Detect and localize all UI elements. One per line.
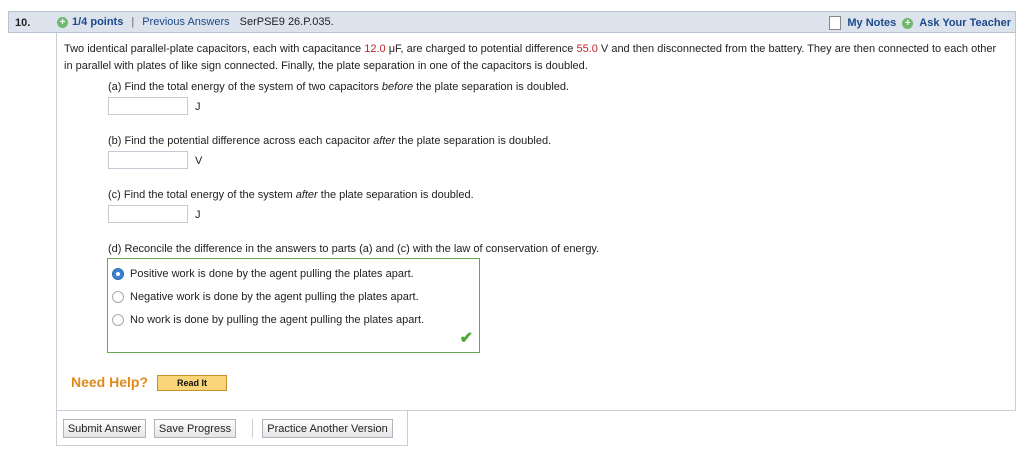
voltage-value: 55.0 <box>576 43 598 55</box>
part-c-unit: J <box>195 209 201 221</box>
part-text: the plate separation is doubled. <box>413 81 570 93</box>
submit-answer-button[interactable]: Submit Answer <box>63 419 146 438</box>
choice-option-3[interactable]: No work is done by pulling the agent pul… <box>112 314 424 326</box>
ask-teacher-link[interactable]: Ask Your Teacher <box>919 17 1011 29</box>
radio-unselected[interactable] <box>112 291 124 303</box>
notes-icon[interactable] <box>829 16 842 30</box>
save-progress-button[interactable]: Save Progress <box>154 419 236 438</box>
part-a-unit: J <box>195 101 201 113</box>
radio-unselected[interactable] <box>112 314 124 326</box>
header-separator: | <box>131 16 135 28</box>
part-a-input[interactable] <box>108 97 188 115</box>
part-b-input[interactable] <box>108 151 188 169</box>
part-text: (b) Find the potential difference across… <box>108 135 374 147</box>
part-c-prompt: (c) Find the total energy of the system … <box>108 189 474 201</box>
problem-text: Two identical parallel-plate capacitors,… <box>64 43 365 55</box>
part-text: (c) Find the total energy of the system <box>108 189 296 201</box>
problem-code: SerPSE9 26.P.035. <box>239 16 334 28</box>
problem-statement: Two identical parallel-plate capacitors,… <box>64 41 1004 75</box>
choice-label: No work is done by pulling the agent pul… <box>130 314 425 326</box>
part-text: (a) Find the total energy of the system … <box>108 81 382 93</box>
choice-option-1[interactable]: Positive work is done by the agent pulli… <box>112 268 414 280</box>
header-actions: My Notes + Ask Your Teacher <box>829 16 1011 30</box>
capacitance-value: 12.0 <box>364 43 386 55</box>
practice-another-version-button[interactable]: Practice Another Version <box>262 419 393 438</box>
part-d-prompt: (d) Reconcile the difference in the answ… <box>108 243 600 255</box>
choice-label: Negative work is done by the agent pulli… <box>130 291 419 303</box>
need-help-label: Need Help? <box>71 374 149 390</box>
question-number: 10. <box>15 17 31 29</box>
my-notes-link[interactable]: My Notes <box>847 17 896 29</box>
question-header: 10. + 1/4 points | Previous Answers SerP… <box>8 11 1016 33</box>
checkmark-icon: ✔ <box>459 330 473 347</box>
choice-label: Positive work is done by the agent pulli… <box>130 268 414 280</box>
plus-icon[interactable]: + <box>902 17 914 29</box>
problem-text: μF, are charged to potential difference <box>385 43 577 55</box>
part-text: the plate separation is doubled. <box>395 135 552 147</box>
part-emphasis: after <box>373 135 396 147</box>
button-divider <box>252 419 253 438</box>
points-label: 1/4 points <box>72 16 124 28</box>
part-b-prompt: (b) Find the potential difference across… <box>108 135 551 147</box>
choice-option-2[interactable]: Negative work is done by the agent pulli… <box>112 291 419 303</box>
plus-icon[interactable]: + <box>57 16 68 28</box>
radio-selected[interactable] <box>112 268 124 280</box>
part-text: the plate separation is doubled. <box>317 189 474 201</box>
previous-answers-link[interactable]: Previous Answers <box>142 16 229 28</box>
part-a-prompt: (a) Find the total energy of the system … <box>108 81 569 93</box>
part-emphasis: before <box>381 81 414 93</box>
multiple-choice-box: Positive work is done by the agent pulli… <box>107 258 480 353</box>
part-b-unit: V <box>195 155 203 167</box>
points-area: + 1/4 points | Previous Answers SerPSE9 … <box>57 16 334 28</box>
read-it-button[interactable]: Read It <box>157 375 227 391</box>
part-emphasis: after <box>295 189 318 201</box>
part-c-input[interactable] <box>108 205 188 223</box>
